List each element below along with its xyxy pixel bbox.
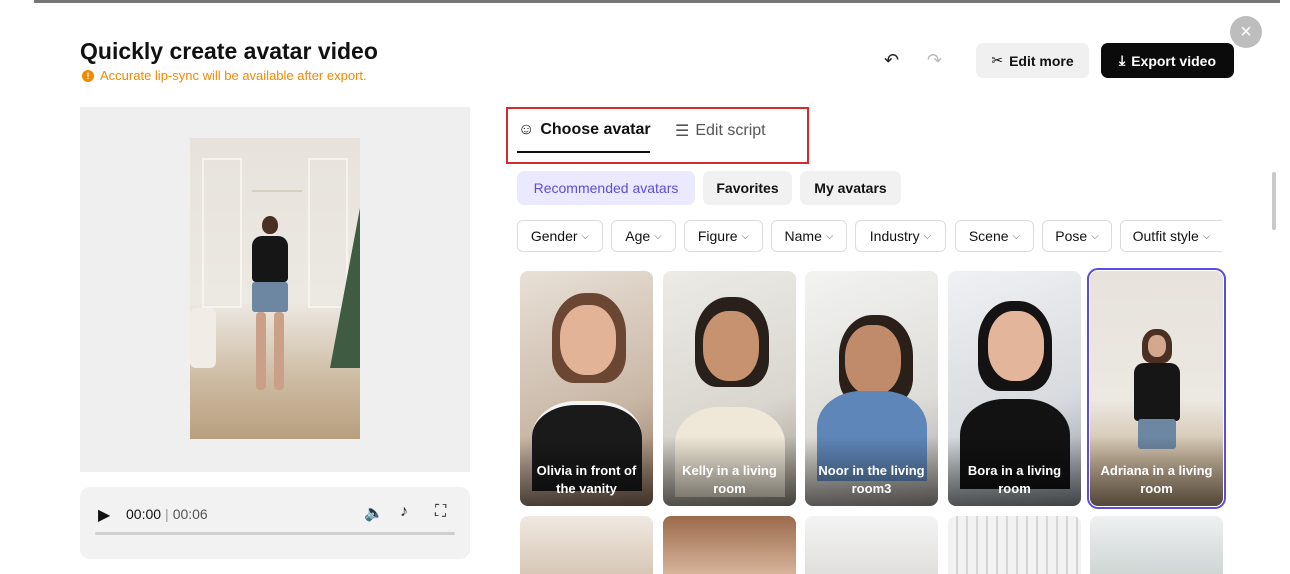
play-icon[interactable]: ▶ — [98, 505, 110, 525]
tab-edit-script-label: Edit script — [695, 122, 766, 139]
avatar-card[interactable]: Olivia in front of the vanity — [520, 271, 653, 506]
avatar-card-label: Bora in a living room — [967, 463, 1062, 496]
lip-sync-notice: ! Accurate lip-sync will be available af… — [82, 68, 367, 83]
filter-age[interactable]: Age ⌵ — [611, 220, 676, 252]
chevron-down-icon: ⌵ — [581, 230, 590, 242]
notice-text: Accurate lip-sync will be available afte… — [100, 68, 367, 83]
tab-choose-avatar[interactable]: ☺ Choose avatar — [518, 121, 651, 139]
avatar-card-label: Adriana in a living room — [1100, 463, 1213, 496]
filter-label: Age — [625, 228, 651, 244]
export-video-button[interactable]: ⤓ Export video — [1101, 43, 1234, 78]
filter-scene[interactable]: Scene ⌵ — [955, 220, 1034, 252]
script-icon: ☰ — [675, 123, 690, 140]
redo-icon[interactable]: ↷ — [927, 50, 942, 71]
chevron-down-icon: ⌵ — [654, 230, 662, 242]
filter-label: Outfit style — [1132, 228, 1199, 244]
avatar-card[interactable] — [805, 516, 938, 574]
edit-more-label: Edit more — [1009, 52, 1074, 69]
avatar-icon: ☺ — [518, 121, 535, 138]
current-time: 00:00 — [126, 506, 162, 522]
filter-outfit-style[interactable]: Outfit style ⌵ — [1120, 220, 1222, 252]
filter-figure[interactable]: Figure ⌵ — [684, 220, 763, 252]
video-player-controls: ▶ 00:00 | 00:06 🔈 ♪ ⛶ — [80, 487, 470, 559]
volume-icon[interactable]: 🔈 — [364, 503, 384, 523]
edit-more-button[interactable]: ✂ Edit more — [976, 43, 1089, 78]
chevron-down-icon: ⌵ — [923, 230, 932, 242]
progress-track[interactable] — [95, 532, 455, 535]
chip-recommended-avatars[interactable]: Recommended avatars — [517, 171, 695, 205]
avatar-card[interactable]: Noor in the living room3 — [805, 271, 938, 506]
tiktok-icon[interactable]: ♪ — [400, 503, 408, 521]
avatar-preview-video[interactable] — [190, 138, 360, 439]
avatar-video-dialog: × Quickly create avatar video ! Accurate… — [0, 0, 1290, 574]
duration: 00:06 — [172, 506, 208, 522]
video-preview-panel — [80, 107, 470, 472]
avatar-card[interactable] — [663, 516, 796, 574]
page-title: Quickly create avatar video — [80, 38, 378, 64]
filter-label: Industry — [869, 228, 920, 244]
close-icon: × — [1240, 21, 1252, 43]
warning-icon: ! — [82, 69, 94, 82]
download-icon: ⤓ — [1119, 52, 1126, 68]
export-video-label: Export video — [1131, 52, 1216, 69]
filter-gender[interactable]: Gender ⌵ — [517, 220, 603, 252]
scissors-icon: ✂ — [991, 52, 1004, 68]
avatar-card[interactable] — [948, 516, 1081, 574]
chevron-down-icon: ⌵ — [1202, 230, 1211, 242]
close-button[interactable]: × — [1230, 16, 1262, 48]
active-tab-underline — [517, 151, 650, 153]
tab-choose-avatar-label: Choose avatar — [540, 121, 651, 138]
avatar-card[interactable]: Kelly in a living room — [663, 271, 796, 506]
dialog-top-edge — [34, 0, 1280, 6]
filter-name[interactable]: Name ⌵ — [771, 220, 847, 252]
avatar-card-selected[interactable]: Adriana in a living room — [1087, 268, 1226, 509]
filter-label: Scene — [968, 228, 1009, 244]
time-readout: 00:00 | 00:06 — [126, 506, 208, 522]
chevron-down-icon: ⌵ — [1091, 230, 1099, 242]
chip-favorites[interactable]: Favorites — [703, 171, 792, 205]
filter-label: Gender — [530, 228, 578, 244]
avatar-card[interactable] — [520, 516, 653, 574]
filter-pose[interactable]: Pose ⌵ — [1042, 220, 1112, 252]
chevron-down-icon: ⌵ — [1012, 230, 1021, 242]
avatar-card-label: Noor in the living room3 — [818, 463, 925, 496]
time-separator: | — [165, 506, 169, 522]
chevron-down-icon: ⌵ — [825, 230, 834, 242]
chevron-down-icon: ⌵ — [741, 230, 750, 242]
avatar-card[interactable] — [1090, 516, 1223, 574]
filter-industry[interactable]: Industry ⌵ — [855, 220, 946, 252]
tab-edit-script[interactable]: ☰ Edit script — [675, 121, 766, 141]
filter-label: Name — [784, 228, 822, 244]
undo-icon[interactable]: ↶ — [884, 50, 899, 71]
fullscreen-icon[interactable]: ⛶ — [435, 503, 446, 521]
scrollbar-thumb[interactable] — [1272, 172, 1276, 230]
avatar-card-label: Kelly in a living room — [682, 463, 777, 496]
filter-label: Pose — [1055, 228, 1088, 244]
filter-label: Figure — [697, 228, 738, 244]
avatar-card[interactable]: Bora in a living room — [948, 271, 1081, 506]
chip-my-avatars[interactable]: My avatars — [800, 171, 901, 205]
avatar-card-label: Olivia in front of the vanity — [536, 463, 637, 496]
